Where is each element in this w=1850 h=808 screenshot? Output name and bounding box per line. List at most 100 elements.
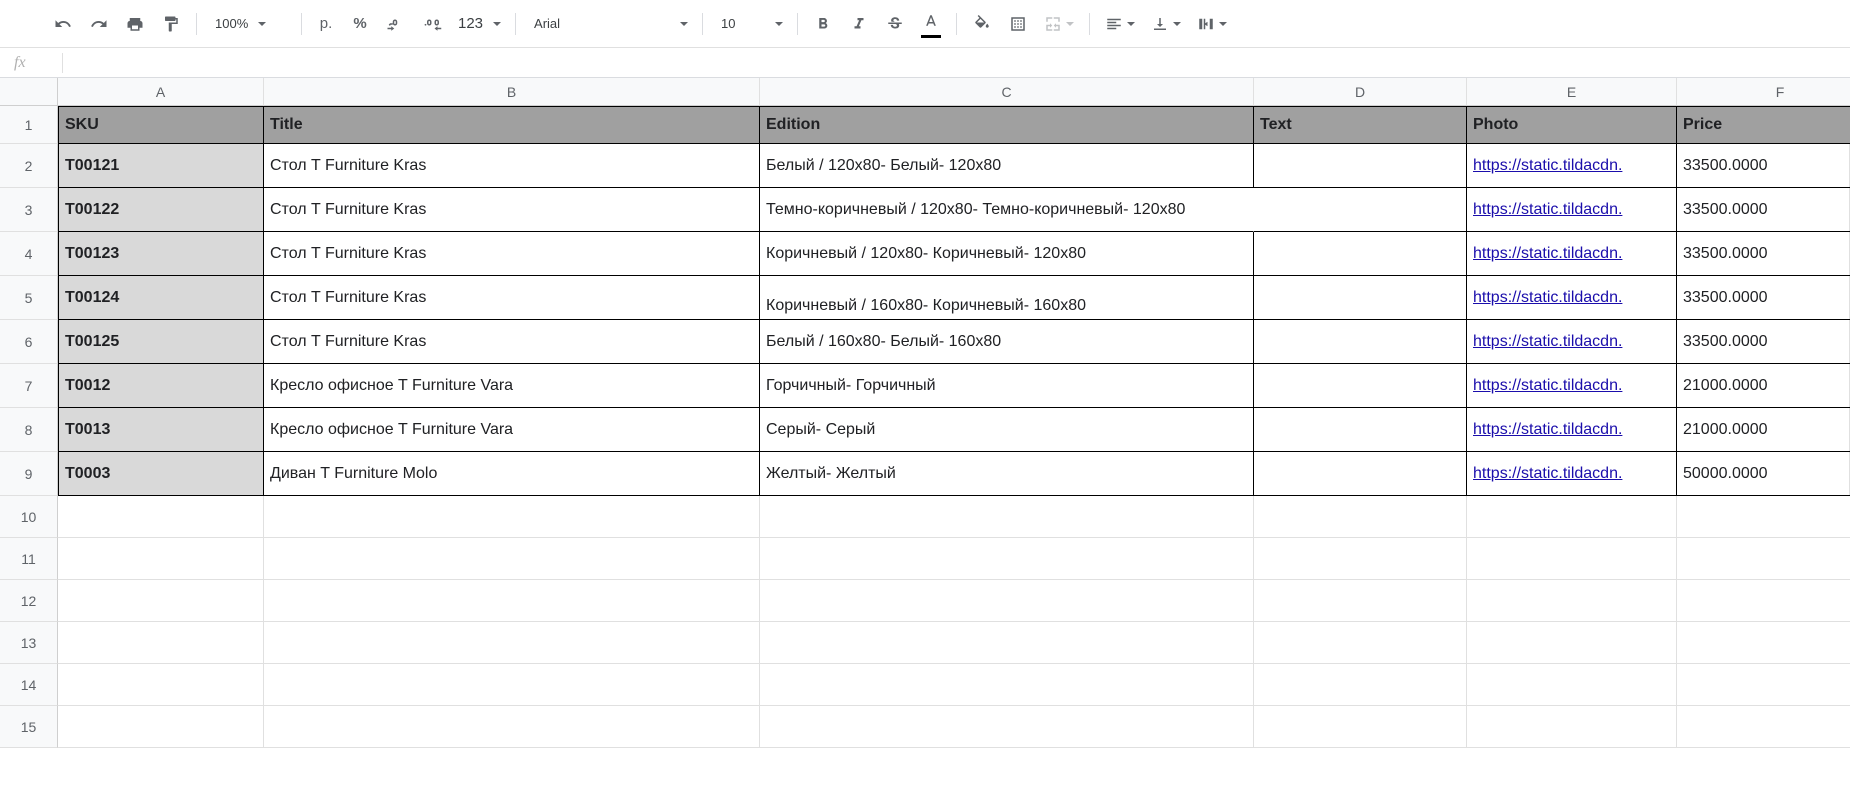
print-button[interactable] (118, 7, 152, 41)
cell-edition[interactable]: Белый / 120х80- Белый- 120х80 (760, 144, 1254, 188)
cell-title[interactable]: Стол T Furniture Kras (264, 320, 760, 364)
link[interactable]: https://static.tildacdn. (1473, 157, 1622, 175)
cell-photo[interactable]: https://static.tildacdn. (1467, 232, 1677, 276)
row-header[interactable]: 14 (0, 664, 58, 706)
cell-title[interactable]: Кресло офисное T Furniture Vara (264, 408, 760, 452)
cell[interactable] (1467, 496, 1677, 538)
font-select[interactable]: Arial (524, 9, 694, 39)
cell-text[interactable] (1254, 232, 1467, 276)
cell[interactable] (58, 622, 264, 664)
strikethrough-button[interactable] (878, 7, 912, 41)
cell[interactable] (264, 580, 760, 622)
cell[interactable] (760, 496, 1254, 538)
link[interactable]: https://static.tildacdn. (1473, 201, 1622, 219)
cell[interactable] (1677, 622, 1850, 664)
undo-button[interactable] (46, 7, 80, 41)
cell-title[interactable]: Стол T Furniture Kras (264, 232, 760, 276)
more-formats-select[interactable]: 123 (454, 9, 507, 39)
cell-price[interactable]: 33500.0000 (1677, 188, 1850, 232)
header-edition[interactable]: Edition (760, 106, 1254, 144)
cell-title[interactable]: Стол T Furniture Kras (264, 144, 760, 188)
cell-text[interactable] (1254, 408, 1467, 452)
cell-edition[interactable]: Темно-коричневый / 120х80- Темно-коричне… (760, 188, 1254, 232)
cell[interactable] (1467, 580, 1677, 622)
cell[interactable] (58, 580, 264, 622)
cell-sku[interactable]: T00122 (58, 188, 264, 232)
cell-edition[interactable]: Коричневый / 160х80- Коричневый- 160х80 (760, 276, 1254, 320)
row-header[interactable]: 3 (0, 188, 58, 232)
link[interactable]: https://static.tildacdn. (1473, 421, 1622, 439)
cell-sku[interactable]: T0013 (58, 408, 264, 452)
cell-title[interactable]: Диван T Furniture Molo (264, 452, 760, 496)
row-header[interactable]: 10 (0, 496, 58, 538)
row-header[interactable]: 8 (0, 408, 58, 452)
fill-color-button[interactable] (965, 7, 999, 41)
cell-photo[interactable]: https://static.tildacdn. (1467, 276, 1677, 320)
cell[interactable] (760, 538, 1254, 580)
cell-price[interactable]: 33500.0000 (1677, 276, 1850, 320)
link[interactable]: https://static.tildacdn. (1473, 465, 1622, 483)
cell-photo[interactable]: https://static.tildacdn. (1467, 320, 1677, 364)
row-header[interactable]: 13 (0, 622, 58, 664)
cell-title[interactable]: Стол T Furniture Kras (264, 276, 760, 320)
cell[interactable] (760, 664, 1254, 706)
cell-title[interactable]: Стол T Furniture Kras (264, 188, 760, 232)
cell[interactable] (1677, 496, 1850, 538)
cell[interactable] (1254, 538, 1467, 580)
cell[interactable] (760, 622, 1254, 664)
redo-button[interactable] (82, 7, 116, 41)
cell-text[interactable] (1254, 188, 1467, 232)
cell[interactable] (1254, 496, 1467, 538)
row-header[interactable]: 4 (0, 232, 58, 276)
cell-text[interactable] (1254, 364, 1467, 408)
column-header-c[interactable]: C (760, 78, 1254, 106)
row-header[interactable]: 7 (0, 364, 58, 408)
cell-sku[interactable]: T0012 (58, 364, 264, 408)
select-all-corner[interactable] (0, 78, 58, 106)
zoom-select[interactable]: 100% (205, 9, 293, 39)
cell-price[interactable]: 33500.0000 (1677, 144, 1850, 188)
cell-text[interactable] (1254, 320, 1467, 364)
font-size-select[interactable]: 10 (711, 9, 789, 39)
cell-sku[interactable]: T0003 (58, 452, 264, 496)
header-photo[interactable]: Photo (1467, 106, 1677, 144)
cell-sku[interactable]: T00123 (58, 232, 264, 276)
row-header[interactable]: 12 (0, 580, 58, 622)
cell-sku[interactable]: T00125 (58, 320, 264, 364)
spreadsheet-grid[interactable]: A B C D E F 1 SKU Title Edition Text Pho… (0, 78, 1850, 748)
row-header[interactable]: 5 (0, 276, 58, 320)
cell-price[interactable]: 21000.0000 (1677, 364, 1850, 408)
cell-price[interactable]: 33500.0000 (1677, 320, 1850, 364)
cell[interactable] (1467, 664, 1677, 706)
cell-photo[interactable]: https://static.tildacdn. (1467, 144, 1677, 188)
cell-edition[interactable]: Белый / 160х80- Белый- 160х80 (760, 320, 1254, 364)
cell[interactable] (58, 538, 264, 580)
cell[interactable] (1254, 622, 1467, 664)
cell[interactable] (1677, 706, 1850, 748)
header-title[interactable]: Title (264, 106, 760, 144)
cell-edition[interactable]: Горчичный- Горчичный (760, 364, 1254, 408)
row-header[interactable]: 1 (0, 106, 58, 144)
cell-price[interactable]: 33500.0000 (1677, 232, 1850, 276)
cell[interactable] (1677, 580, 1850, 622)
cell[interactable] (58, 496, 264, 538)
cell-edition[interactable]: Желтый- Желтый (760, 452, 1254, 496)
cell-text[interactable] (1254, 452, 1467, 496)
row-header[interactable]: 9 (0, 452, 58, 496)
cell[interactable] (760, 706, 1254, 748)
cell-photo[interactable]: https://static.tildacdn. (1467, 364, 1677, 408)
cell[interactable] (58, 706, 264, 748)
row-header[interactable]: 6 (0, 320, 58, 364)
text-color-button[interactable] (914, 7, 948, 41)
cell-price[interactable]: 21000.0000 (1677, 408, 1850, 452)
cell[interactable] (1254, 580, 1467, 622)
column-header-b[interactable]: B (264, 78, 760, 106)
cell[interactable] (264, 664, 760, 706)
link[interactable]: https://static.tildacdn. (1473, 289, 1622, 307)
cell[interactable] (1254, 664, 1467, 706)
row-header[interactable]: 11 (0, 538, 58, 580)
cell[interactable] (1254, 706, 1467, 748)
cell-sku[interactable]: T00121 (58, 144, 264, 188)
decrease-decimal-button[interactable] (378, 7, 412, 41)
cell[interactable] (58, 664, 264, 706)
